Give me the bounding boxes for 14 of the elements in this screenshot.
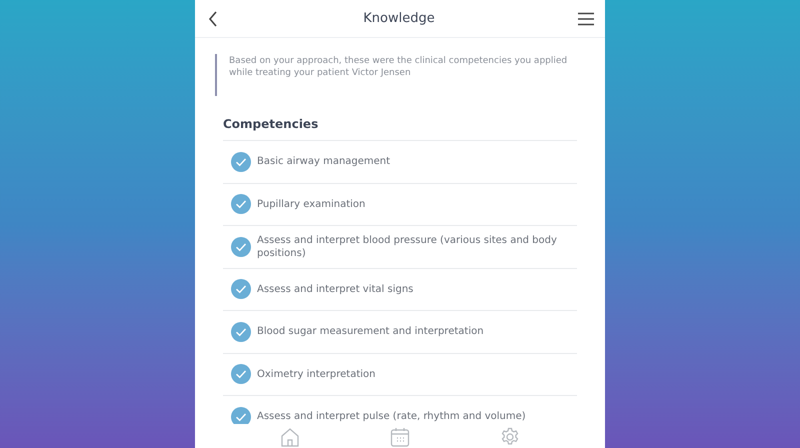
competency-label: Basic airway management [257,155,390,168]
screen-title: Knowledge [363,10,435,28]
calendar-icon[interactable] [390,427,410,447]
competency-label: Blood sugar measurement and interpretation [257,325,484,338]
competency-label: Assess and interpret blood pressure (various sites and body positions) [257,234,558,260]
competency-label: Oximetry interpretation [257,368,376,381]
competency-label: Assess and interpret vital signs [257,282,414,296]
section-heading: Competencies [223,116,320,132]
settings-icon[interactable] [500,427,520,447]
intro-text: Based on your approach, these were the clinical competencies you applied while treating your patient Victor Jensen [229,55,568,79]
competency-label: Assess and interpret pulse (rate, rhythm and volume) [257,410,526,424]
home-icon[interactable] [280,427,300,447]
menu-button[interactable] [577,12,595,26]
competency-label: Pupillary examination [257,198,366,211]
